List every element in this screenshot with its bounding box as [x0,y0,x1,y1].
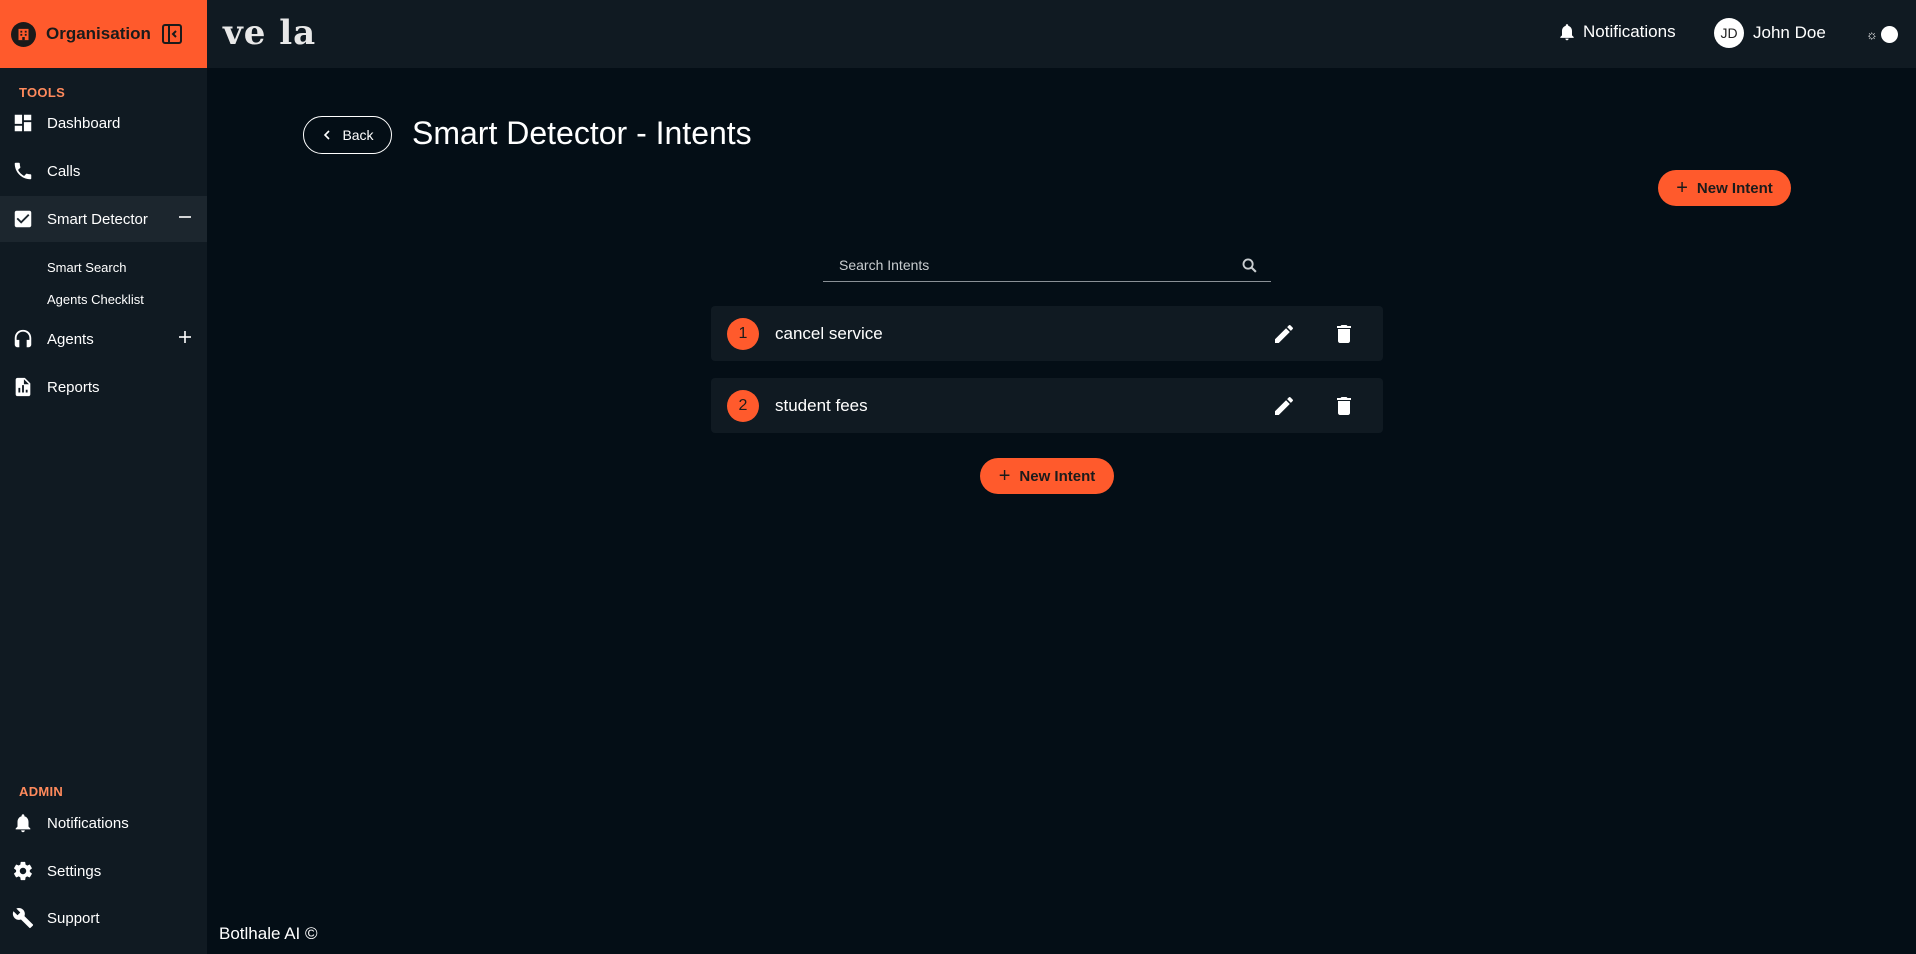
sidebar-item-reports[interactable]: Reports [0,364,207,410]
sidebar-item-calls[interactable]: Calls [0,148,207,194]
intent-number-badge: 1 [727,317,759,350]
sidebar-item-notifications[interactable]: Notifications [0,800,207,846]
back-label: Back [342,127,374,143]
sidebar-item-label: Agents [47,330,94,348]
intent-number-badge: 2 [727,389,759,422]
search-icon[interactable] [1241,257,1258,274]
sidebar-item-agents[interactable]: Agents [0,316,207,362]
building-icon [11,21,36,47]
page-title: Smart Detector - Intents [412,115,752,151]
sun-icon: ☼ [1866,26,1878,42]
theme-toggle[interactable]: ☼ [1866,25,1902,43]
user-menu[interactable]: JD John Doe [1714,18,1826,48]
notifications-button[interactable]: Notifications [1557,22,1676,42]
sidebar-item-label: Reports [47,378,100,396]
org-name: Organisation [46,24,151,43]
logo-text: ve la [223,13,317,53]
gear-icon [11,859,35,883]
footer-copyright: Botlhale AI © [219,924,318,943]
search-input[interactable] [823,250,1241,280]
pencil-icon[interactable] [1272,322,1296,346]
new-intent-label: New Intent [1696,179,1773,197]
user-name: John Doe [1753,23,1826,42]
headset-icon [11,327,35,351]
phone-icon [11,159,35,183]
admin-section-title: ADMIN [19,784,64,799]
wrench-icon [11,906,35,930]
sidebar-item-label: Support [47,909,100,927]
sidebar-item-support[interactable]: Support [0,895,207,941]
sidebar-item-label: Calls [47,162,81,180]
sidebar: Organisation TOOLS Dashboard Calls Smart… [0,0,207,954]
expand-plus-icon[interactable] [177,329,193,345]
bell-icon [11,811,35,835]
collapse-sidebar-icon[interactable] [160,22,184,46]
notifications-label: Notifications [1583,22,1676,41]
collapse-minus-icon[interactable] [177,209,193,225]
report-icon [11,375,35,399]
sidebar-subitem-smart-search[interactable]: Smart Search [47,260,126,275]
sidebar-item-label: Smart Detector [47,210,148,228]
sidebar-item-label: Dashboard [47,114,121,132]
back-button[interactable]: Back [303,116,392,154]
sidebar-item-label: Notifications [47,814,129,832]
plus-icon: + [1676,177,1688,199]
chevron-left-icon [324,130,331,140]
bell-icon [1560,24,1574,41]
trash-icon[interactable] [1332,322,1356,346]
top-bar: ve la Notifications JD John Doe ☼ [207,0,1916,68]
new-intent-label: New Intent [1019,467,1096,485]
sidebar-item-dashboard[interactable]: Dashboard [0,100,207,146]
tools-section-title: TOOLS [19,85,66,100]
sidebar-item-settings[interactable]: Settings [0,848,207,894]
avatar: JD [1714,18,1744,48]
app-logo[interactable]: ve la [223,12,316,54]
sidebar-item-smart-detector[interactable]: Smart Detector [0,196,207,242]
list-item[interactable]: 2 student fees [711,378,1383,433]
new-intent-button-bottom[interactable]: + New Intent [980,458,1114,494]
search-box [823,249,1271,282]
sidebar-subitem-agents-checklist[interactable]: Agents Checklist [47,292,144,307]
checked-box-icon [11,207,35,231]
trash-icon[interactable] [1332,394,1356,418]
dashboard-icon [11,111,35,135]
toggle-knob [1880,25,1898,43]
list-item[interactable]: 1 cancel service [711,306,1383,361]
sidebar-item-label: Settings [47,862,102,880]
new-intent-button-top[interactable]: + New Intent [1658,170,1791,206]
plus-icon: + [998,465,1011,487]
pencil-icon[interactable] [1272,394,1296,418]
intent-name: student fees [775,395,868,415]
intent-name: cancel service [775,323,883,343]
